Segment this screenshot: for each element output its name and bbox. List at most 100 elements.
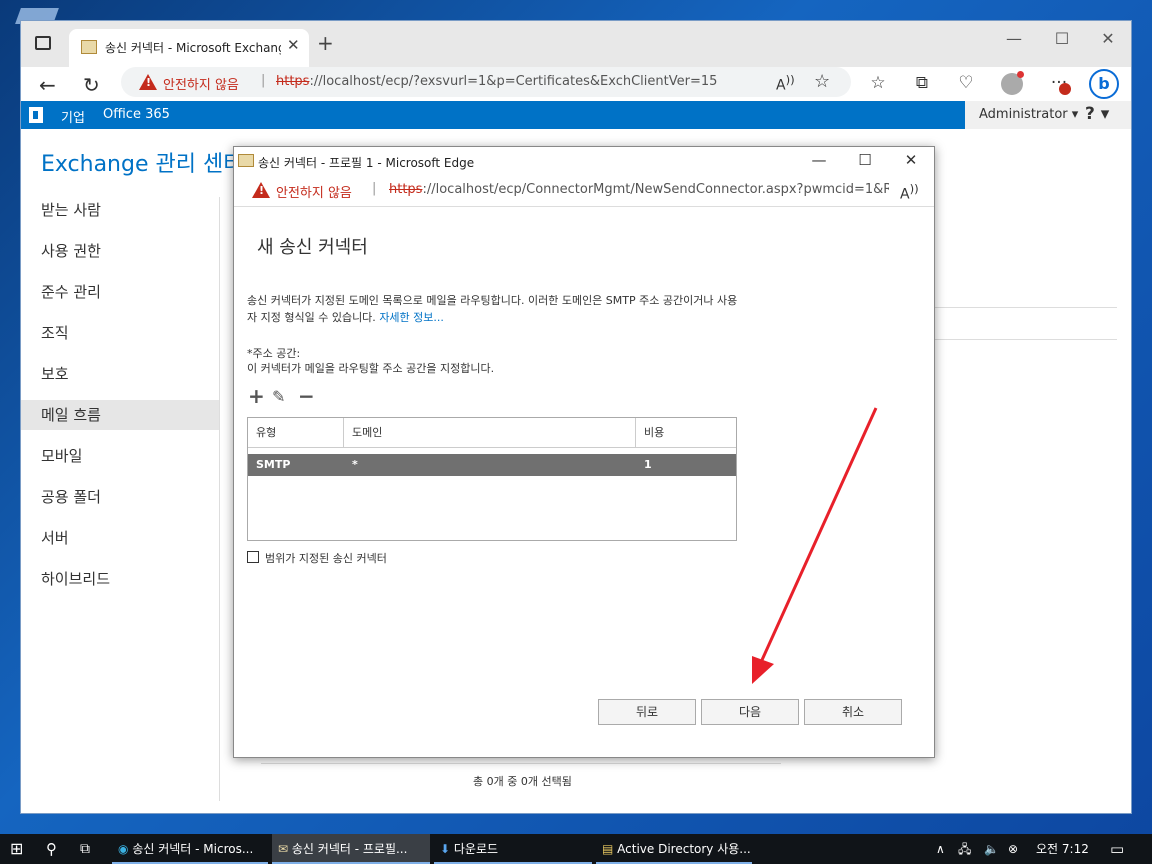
close-tab-icon[interactable]: ✕ [287,36,300,54]
page-title: Exchange 관리 센터 [41,152,244,177]
notification-error-icon[interactable]: ⊗ [1008,834,1018,864]
url-text[interactable]: https://localhost/ecp/?exsvurl=1&p=Certi… [276,74,717,89]
tab-bar: 송신 커넥터 - Microsoft Exchange ✕ + — ☐ ✕ [21,21,1131,67]
column-header-type[interactable]: 유형 [248,418,344,448]
refresh-icon[interactable]: ↻ [83,73,100,97]
taskbar-item-label: 송신 커넥터 - Micros... [132,842,254,856]
popup-maximize-icon[interactable]: ☐ [842,151,888,169]
new-tab-icon[interactable]: + [317,31,334,55]
action-center-icon[interactable]: ▭ [1110,834,1124,864]
read-aloud-icon[interactable]: A)) [900,182,919,203]
taskbar-item-label: Active Directory 사용... [617,842,751,856]
popup-content: 새 송신 커넥터 송신 커넥터가 지정된 도메인 목록으로 메일을 라우팅합니다… [234,208,934,757]
sidebar-item[interactable]: 모바일 [21,441,219,471]
sidebar-item[interactable]: 공용 폴더 [21,482,219,512]
address-bar[interactable]: 안전하지 않음 | https://localhost/ecp/?exsvurl… [121,67,851,97]
popup-url-text[interactable]: https://localhost/ecp/ConnectorMgmt/NewS… [389,182,889,197]
column-header-domain[interactable]: 도메인 [344,418,636,448]
divider [935,307,1117,308]
taskbar-edge-1[interactable]: ◉ 송신 커넥터 - Micros... [112,834,268,864]
browser-tab[interactable]: 송신 커넥터 - Microsoft Exchange ✕ [69,29,309,67]
network-icon[interactable]: 🖧 [958,834,971,864]
sidebar-item[interactable]: 조직 [21,318,219,348]
sidebar-item[interactable]: 메일 흐름 [21,400,219,430]
popup-titlebar: 송신 커넥터 - 프로필 1 - Microsoft Edge — ☐ ✕ [234,147,934,175]
volume-icon[interactable]: 🔈 [984,834,999,864]
scoped-connector-checkbox[interactable] [247,551,259,563]
popup-minimize-icon[interactable]: — [796,151,842,169]
exchange-icon: ✉ [278,842,289,856]
tray-chevron-icon[interactable]: ∧ [936,834,945,864]
collections-icon[interactable]: ⧉ [910,73,934,93]
enterprise-link[interactable]: 기업 [61,107,85,126]
office365-link[interactable]: Office 365 [103,107,170,122]
back-button[interactable]: 뒤로 [598,699,696,725]
sidebar-item[interactable]: 서버 [21,523,219,553]
table-row[interactable]: SMTP * 1 [248,454,736,476]
next-button[interactable]: 다음 [701,699,799,725]
taskbar-active-directory[interactable]: ▤ Active Directory 사용... [596,834,752,864]
bing-copilot-icon[interactable]: b [1089,69,1119,99]
minimize-icon[interactable]: — [991,29,1037,48]
edit-pencil-icon[interactable]: ✎ [272,387,285,406]
active-directory-icon: ▤ [602,842,614,856]
sidebar-item[interactable]: 받는 사람 [21,195,219,225]
admin-menu[interactable]: Administrator ▾ [979,107,1078,122]
sidebar-item[interactable]: 준수 관리 [21,277,219,307]
selection-status: 총 0개 중 0개 선택됨 [473,775,572,788]
sidebar-item[interactable]: 하이브리드 [21,564,219,594]
list-bottom-line [261,763,781,764]
windows-start-icon[interactable]: ⊞ [10,834,36,864]
read-aloud-icon[interactable]: A)) [776,73,795,94]
url-separator: | [261,73,266,88]
cancel-button[interactable]: 취소 [804,699,902,725]
favorites-icon[interactable]: ☆ [866,73,890,93]
url-rest: ://localhost/ecp/?exsvurl=1&p=Certificat… [309,74,718,89]
learn-more-link[interactable]: 자세한 정보... [379,311,444,324]
profile-avatar[interactable] [1001,71,1024,95]
update-badge-icon [1059,83,1071,95]
column-header-cost[interactable]: 비용 [636,418,736,448]
taskbar-item-label: 송신 커넥터 - 프로필... [291,842,408,856]
tab-title: 송신 커넥터 - Microsoft Exchange [105,41,281,55]
user-area: Administrator ▾ ? ▾ [965,101,1131,129]
admin-name: Administrator [979,107,1068,122]
cell-type: SMTP [256,458,291,471]
add-icon[interactable]: + [248,384,265,408]
taskbar: ⊞ ⚲ ⧉ ◉ 송신 커넥터 - Micros... ✉ 송신 커넥터 - 프로… [0,834,1152,864]
help-menu[interactable]: ? ▾ [1085,104,1109,124]
help-icon: ? [1085,104,1095,124]
clock[interactable]: 오전 7:12 [1036,834,1089,864]
address-space-table: 유형 도메인 비용 SMTP * 1 [247,417,737,541]
task-view-icon[interactable]: ⧉ [80,834,102,864]
favorite-star-icon[interactable]: ☆ [814,71,830,92]
remove-icon[interactable]: − [298,384,315,408]
browser-essentials-icon[interactable]: ♡ [954,73,978,93]
security-warning[interactable]: 안전하지 않음 [276,182,352,201]
maximize-icon[interactable]: ☐ [1039,29,1085,48]
dialog-description: 송신 커넥터가 지정된 도메인 목록으로 메일을 라우팅합니다. 이러한 도메인… [247,292,747,326]
taskbar-edge-2[interactable]: ✉ 송신 커넥터 - 프로필... [272,834,430,864]
close-window-icon[interactable]: ✕ [1085,29,1131,48]
back-icon[interactable]: ← [39,73,56,97]
security-warning[interactable]: 안전하지 않음 [163,74,239,93]
cell-cost: 1 [644,458,652,471]
sidebar-item[interactable]: 사용 권한 [21,236,219,266]
address-space-hint: 이 커넥터가 메일을 라우팅할 주소 공간을 지정합니다. [247,362,495,375]
sidebar-item[interactable]: 보호 [21,359,219,389]
warning-icon [252,182,270,198]
search-icon[interactable]: ⚲ [46,834,68,864]
workspaces-icon[interactable] [35,36,51,50]
scoped-connector-label[interactable]: 범위가 지정된 송신 커넥터 [265,550,387,566]
popup-address-bar[interactable]: 안전하지 않음 | https://localhost/ecp/Connecto… [234,175,934,207]
profile-badge [1017,71,1024,78]
taskbar-item-label: 다운로드 [453,842,499,856]
taskbar-downloads[interactable]: ⬇ 다운로드 [434,834,592,864]
new-send-connector-popup: 송신 커넥터 - 프로필 1 - Microsoft Edge — ☐ ✕ 안전… [233,146,935,758]
warning-icon [139,74,157,90]
url-rest: ://localhost/ecp/ConnectorMgmt/NewSendCo… [422,182,889,197]
office-logo-icon[interactable] [29,107,43,123]
exchange-favicon-icon [238,154,254,167]
popup-close-icon[interactable]: ✕ [888,151,934,169]
exchange-favicon-icon [81,40,97,54]
